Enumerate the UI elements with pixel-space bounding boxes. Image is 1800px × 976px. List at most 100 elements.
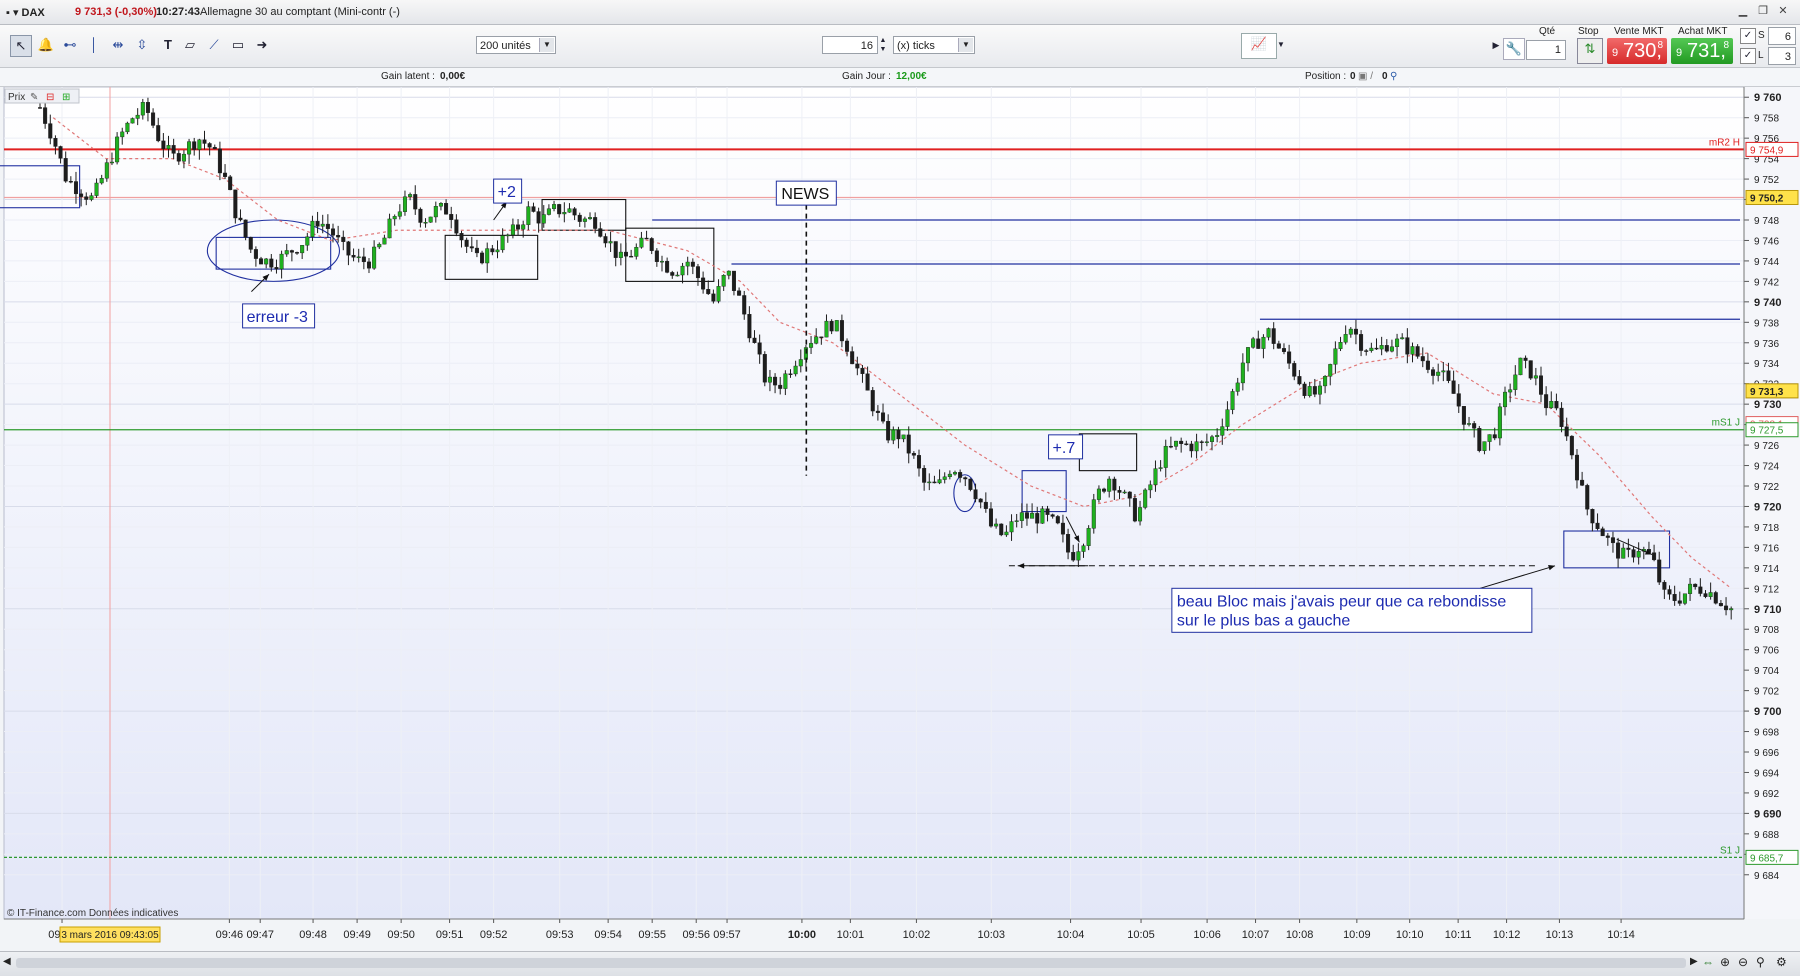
panel-remove-icon[interactable]: ⊟ — [46, 92, 54, 103]
candle-body — [1559, 407, 1564, 427]
qty-input[interactable]: 1 — [1526, 40, 1566, 60]
candle-body — [238, 217, 243, 221]
units-select[interactable]: 200 unités ▼ — [476, 36, 556, 54]
price-tick-label: 9 758 — [1754, 114, 1779, 125]
candle-body — [634, 247, 639, 257]
candle-body — [361, 256, 366, 263]
candle-body — [1292, 363, 1297, 377]
position-icon[interactable]: ▣ / — [1358, 71, 1373, 82]
candle-body — [562, 212, 567, 215]
time-tick-label: 10:01 — [837, 929, 865, 941]
shape-tool-icon[interactable]: ▱ — [180, 35, 200, 55]
scroll-right-icon[interactable]: ▶ — [1690, 956, 1698, 967]
arrow-tool-icon[interactable]: ➜ — [252, 35, 272, 55]
l-value[interactable]: 3 — [1768, 47, 1796, 65]
ticks-unit-select[interactable]: (x) ticks ▼ — [893, 36, 975, 54]
price-tick-label: 9 704 — [1754, 666, 1779, 677]
scroll-left-icon[interactable]: ◀ — [3, 956, 11, 967]
plot-background — [3, 87, 1745, 920]
candle-body — [331, 228, 336, 236]
candle-body — [1677, 600, 1682, 604]
stop-toggle-icon[interactable]: ⇅ — [1577, 38, 1603, 64]
minimize-icon[interactable]: ▁ — [1735, 4, 1751, 18]
candle-body — [197, 139, 202, 150]
s-checkbox[interactable]: ✓ — [1740, 28, 1756, 44]
candle-body — [212, 147, 217, 150]
price-chart[interactable]: mR2 H mS1 J S1 J erreur -3 +2 NEWS +.7 beau Bl… — [0, 87, 1800, 951]
candle-body — [269, 258, 274, 268]
candle-body — [1497, 406, 1502, 439]
rectangle-tool-icon[interactable]: ▭ — [228, 35, 248, 55]
position-search-icon[interactable]: ⚲ — [1390, 71, 1397, 82]
candle-body — [644, 237, 649, 240]
candle-body — [1718, 603, 1723, 607]
annotation-news: NEWS — [781, 186, 829, 203]
close-icon[interactable]: ✕ — [1775, 4, 1791, 18]
panel-edit-icon[interactable]: ✎ — [30, 92, 38, 103]
candle-body — [1117, 490, 1122, 493]
text-tool-icon[interactable]: T — [158, 35, 178, 55]
price-tick-label: 9 698 — [1754, 728, 1779, 739]
vertical-range-icon[interactable]: ⇳ — [132, 35, 152, 55]
candle-body — [1261, 336, 1266, 349]
panel-collapse-icon[interactable]: ▶ — [1491, 35, 1501, 55]
restore-icon[interactable]: ❐ — [1755, 4, 1771, 18]
candle-body — [135, 114, 140, 119]
candle-body — [865, 373, 870, 391]
buy-market-button[interactable]: 9 731, 8 — [1671, 38, 1733, 64]
candle-body — [659, 260, 664, 263]
symbol-dropdown[interactable]: ▪ ▾ DAX — [6, 6, 45, 19]
candle-body — [1035, 513, 1040, 524]
zoom-in-icon[interactable]: ⊕ — [1720, 955, 1730, 969]
candle-body — [464, 239, 469, 247]
zoom-search-icon[interactable]: ⚲ — [1756, 955, 1765, 969]
l-label: L — [1758, 50, 1764, 61]
candle-body — [171, 145, 176, 154]
candle-body — [1343, 334, 1348, 343]
candle-body — [541, 214, 546, 224]
ticks-stepper-icon[interactable]: ▲ ▼ — [877, 36, 889, 54]
candle-body — [577, 214, 582, 222]
candle-body — [1621, 547, 1626, 559]
wrench-icon[interactable]: 🔧 — [1503, 38, 1525, 60]
candle-body — [1194, 441, 1199, 452]
candle-body — [1580, 479, 1585, 486]
price-tick-label: 9 706 — [1754, 646, 1779, 657]
s-value[interactable]: 6 — [1768, 27, 1796, 45]
candle-body — [1657, 559, 1662, 583]
candle-body — [295, 252, 300, 254]
l-checkbox[interactable]: ✓ — [1740, 48, 1756, 64]
horizontal-line-icon[interactable]: ⊷ — [60, 35, 80, 55]
vertical-line-icon[interactable]: │ — [84, 35, 104, 55]
zoom-fit-icon[interactable]: ⇔ — [1702, 955, 1714, 969]
trend-line-icon[interactable]: ⟋ — [204, 35, 224, 55]
candle-body — [860, 367, 865, 374]
time-tick-label: 09:49 — [343, 929, 371, 941]
chart-type-icon[interactable]: 📈 — [1241, 33, 1277, 59]
candle-body — [485, 248, 490, 264]
candle-body — [680, 265, 685, 276]
candle-body — [387, 218, 392, 239]
bottom-scrollbar[interactable]: ◀ ▶ ⇔ ⊕ ⊖ ⚲ ⚙ — [0, 951, 1800, 976]
candle-body — [685, 261, 690, 267]
range-icon[interactable]: ⇹ — [108, 35, 128, 55]
zoom-out-icon[interactable]: ⊖ — [1738, 955, 1748, 969]
ticks-input[interactable]: 16 — [822, 36, 878, 54]
candle-body — [886, 421, 891, 441]
candle-body — [942, 476, 947, 480]
alert-bell-icon[interactable]: 🔔 — [36, 35, 56, 55]
sell-market-button[interactable]: 9 730, 8 — [1607, 38, 1667, 64]
candle-body — [377, 243, 382, 248]
chart-type-dropdown-icon[interactable]: ▼ — [1275, 33, 1287, 57]
candle-body — [1574, 454, 1579, 481]
candle-body — [120, 131, 125, 138]
price-tick-label: 9 722 — [1754, 482, 1779, 493]
pointer-icon[interactable]: ↖ — [10, 35, 32, 57]
candle-body — [963, 477, 968, 480]
panel-add-icon[interactable]: ⊞ — [62, 92, 70, 103]
scroll-track[interactable] — [16, 958, 1686, 968]
settings-icon[interactable]: ⚙ — [1776, 955, 1787, 969]
candle-body — [1549, 401, 1554, 409]
price-tick-label: 9 744 — [1754, 257, 1779, 268]
candle-body — [793, 365, 798, 375]
